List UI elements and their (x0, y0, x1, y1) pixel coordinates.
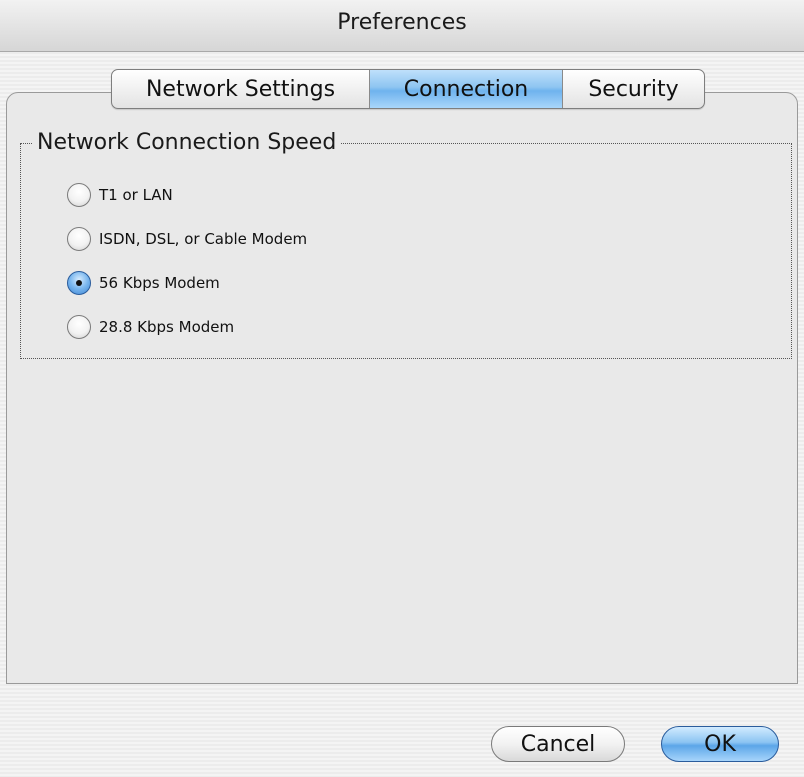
window-title: Preferences (337, 10, 467, 35)
radio-option-t1-lan[interactable]: T1 or LAN (67, 183, 173, 207)
dialog-button-bar: Cancel OK (0, 685, 804, 777)
radio-button[interactable] (67, 183, 91, 207)
preferences-window: Preferences Network Settings Connection … (0, 0, 804, 777)
radio-label: 28.8 Kbps Modem (99, 318, 235, 336)
cancel-button[interactable]: Cancel (491, 726, 625, 762)
radio-option-isdn-dsl-cable[interactable]: ISDN, DSL, or Cable Modem (67, 227, 307, 251)
radio-button[interactable] (67, 315, 91, 339)
radio-option-28-8k[interactable]: 28.8 Kbps Modem (67, 315, 234, 339)
group-legend: Network Connection Speed (33, 130, 341, 155)
radio-option-56k[interactable]: 56 Kbps Modem (67, 271, 220, 295)
radio-label: T1 or LAN (99, 186, 173, 204)
radio-button-selected[interactable] (67, 271, 91, 295)
radio-label: ISDN, DSL, or Cable Modem (99, 230, 308, 248)
radio-button[interactable] (67, 227, 91, 251)
tab-connection[interactable]: Connection (369, 70, 562, 108)
tab-network-settings[interactable]: Network Settings (112, 70, 369, 108)
network-connection-speed-group: Network Connection Speed T1 or LAN ISDN,… (20, 130, 792, 359)
title-bar[interactable]: Preferences (0, 0, 804, 52)
tab-bar: Network Settings Connection Security (111, 69, 705, 109)
tab-security[interactable]: Security (562, 70, 704, 108)
radio-label: 56 Kbps Modem (99, 274, 220, 292)
ok-button[interactable]: OK (661, 726, 779, 762)
